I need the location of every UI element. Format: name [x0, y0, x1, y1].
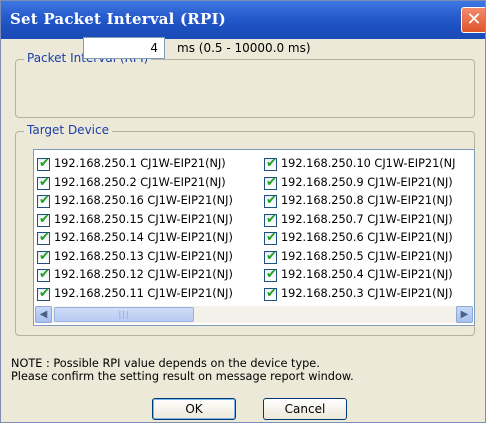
device-checkbox[interactable]: ✔	[264, 285, 277, 301]
device-label: 192.168.250.7 CJ1W-EIP21(NJ)	[281, 212, 453, 226]
rpi-value-input[interactable]: 4	[83, 37, 165, 59]
checkmark-icon: ✔	[266, 193, 277, 208]
device-checkbox[interactable]: ✔	[264, 211, 277, 227]
cancel-button[interactable]: Cancel	[263, 398, 347, 420]
device-checkbox[interactable]: ✔	[37, 211, 50, 227]
checkmark-icon: ✔	[266, 211, 277, 227]
ok-button[interactable]: OK	[152, 398, 236, 420]
note-line-1: NOTE : Possible RPI value depends on the…	[11, 357, 320, 370]
note-line-2: Please confirm the setting result on mes…	[11, 370, 354, 383]
device-checkbox[interactable]: ✔	[37, 156, 50, 171]
device-label: 192.168.250.14 CJ1W-EIP21(NJ)	[54, 231, 233, 244]
window-title: Set Packet Interval (RPI)	[10, 10, 226, 28]
checkmark-icon: ✔	[266, 230, 277, 245]
device-label: 192.168.250.6 CJ1W-EIP21(NJ)	[281, 231, 453, 244]
device-checkbox[interactable]: ✔	[264, 267, 277, 282]
device-label: 192.168.250.13 CJ1W-EIP21(NJ)	[54, 249, 233, 263]
checkmark-icon: ✔	[39, 267, 50, 282]
device-label: 192.168.250.4 CJ1W-EIP21(NJ)	[281, 268, 453, 281]
horizontal-scrollbar[interactable]: ◀ ||| ▶	[35, 306, 473, 323]
checkmark-icon: ✔	[39, 285, 50, 301]
device-checkbox[interactable]: ✔	[37, 285, 50, 301]
close-icon: ✕	[466, 9, 482, 30]
device-label: 192.168.250.3 CJ1W-EIP21(NJ)	[281, 286, 453, 300]
scroll-right-button[interactable]: ▶	[456, 306, 473, 323]
device-label: 192.168.250.2 CJ1W-EIP21(NJ)	[54, 175, 226, 189]
device-label: 192.168.250.12 CJ1W-EIP21(NJ)	[54, 268, 233, 281]
checkmark-icon: ✔	[266, 174, 277, 190]
device-checkbox[interactable]: ✔	[37, 267, 50, 282]
set-packet-interval-dialog: Set Packet Interval (RPI) ✕ Packet Inter…	[0, 0, 486, 423]
device-label: 192.168.250.1 CJ1W-EIP21(NJ)	[54, 157, 226, 170]
device-checkbox[interactable]: ✔	[264, 230, 277, 245]
checkmark-icon: ✔	[266, 267, 277, 282]
note-text: NOTE : Possible RPI value depends on the…	[11, 357, 354, 383]
scroll-thumb[interactable]: |||	[54, 307, 194, 322]
packet-interval-group: Packet Interval (RPI)	[15, 51, 475, 118]
device-checkbox[interactable]: ✔	[264, 248, 277, 264]
checkmark-icon: ✔	[39, 156, 50, 171]
arrow-left-icon: ◀	[39, 309, 48, 320]
device-checkbox[interactable]: ✔	[264, 156, 277, 171]
device-checkbox[interactable]: ✔	[37, 193, 50, 208]
checkmark-icon: ✔	[266, 285, 277, 301]
device-label: 192.168.250.16 CJ1W-EIP21(NJ)	[54, 194, 233, 207]
device-label: 192.168.250.9 CJ1W-EIP21(NJ)	[281, 175, 453, 189]
device-label: 192.168.250.5 CJ1W-EIP21(NJ)	[281, 249, 453, 263]
arrow-right-icon: ▶	[460, 309, 469, 320]
device-checkbox[interactable]: ✔	[37, 230, 50, 245]
title-bar[interactable]: Set Packet Interval (RPI) ✕	[1, 1, 485, 39]
device-checkbox[interactable]: ✔	[37, 248, 50, 264]
target-device-group: Target Device ✔ 192.168.250.1 CJ1W-EIP21(…	[15, 123, 475, 336]
checkmark-icon: ✔	[39, 248, 50, 264]
device-label: 192.168.250.15 CJ1W-EIP21(NJ)	[54, 212, 233, 226]
checkmark-icon: ✔	[39, 193, 50, 208]
checkmark-icon: ✔	[266, 156, 277, 171]
scroll-left-button[interactable]: ◀	[35, 306, 52, 323]
device-label: 192.168.250.11 CJ1W-EIP21(NJ)	[54, 286, 233, 300]
target-device-list[interactable]: ✔ 192.168.250.1 CJ1W-EIP21(NJ) ✔ 192.168.25…	[33, 149, 475, 326]
device-checkbox[interactable]: ✔	[264, 174, 277, 190]
checkmark-icon: ✔	[39, 174, 50, 190]
device-checkbox[interactable]: ✔	[37, 174, 50, 190]
target-device-group-label: Target Device	[24, 123, 112, 137]
rpi-unit-range: ms (0.5 - 10000.0 ms)	[177, 41, 311, 55]
checkmark-icon: ✔	[39, 211, 50, 227]
device-checkbox[interactable]: ✔	[264, 193, 277, 208]
device-label: 192.168.250.8 CJ1W-EIP21(NJ)	[281, 194, 453, 207]
close-button[interactable]: ✕	[461, 7, 485, 33]
checkmark-icon: ✔	[266, 248, 277, 264]
device-label: 192.168.250.10 CJ1W-EIP21(NJ	[281, 157, 456, 170]
checkmark-icon: ✔	[39, 230, 50, 245]
